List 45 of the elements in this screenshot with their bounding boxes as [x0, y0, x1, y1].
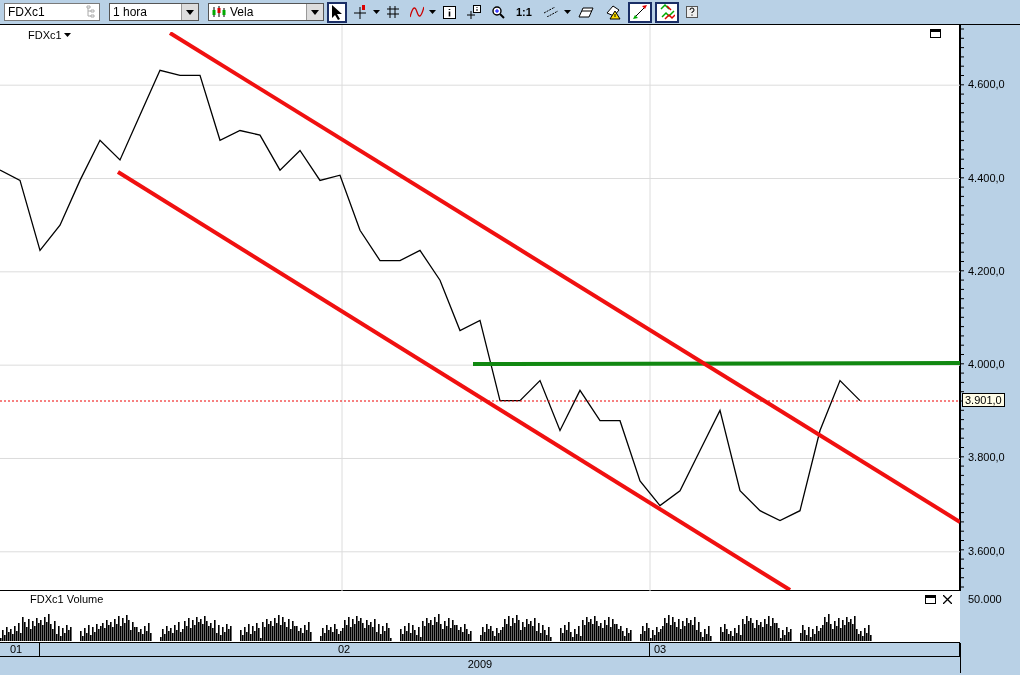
tree-icon: [86, 5, 96, 19]
color-lines-icon: [658, 4, 675, 20]
caret-icon: [311, 9, 319, 15]
month-label: 02: [40, 643, 650, 656]
price-axis-label: 4.400,0: [968, 171, 1005, 184]
pointer-icon: [331, 4, 343, 20]
grid-icon: [387, 6, 399, 18]
close-icon[interactable]: [943, 595, 952, 604]
crosshair-icon: [354, 5, 368, 19]
interval-dropdown[interactable]: 1 hora: [109, 3, 199, 21]
dropdown-caret-icon[interactable]: [429, 10, 436, 14]
diagonal-arrow-icon: [631, 4, 648, 20]
symbol-field[interactable]: FDXc1: [4, 3, 100, 21]
parallel-lines-icon: [542, 7, 559, 17]
volume-chart-title: FDXc1 Volume: [30, 593, 104, 605]
ratio-button[interactable]: 1:1: [512, 1, 536, 23]
price-axis-label: 3.800,0: [968, 451, 1005, 464]
arrow-tool-button[interactable]: [627, 1, 652, 23]
add-note-icon: [467, 5, 481, 19]
price-axis-label: 4.200,0: [968, 264, 1005, 277]
colors-tool-button[interactable]: [654, 1, 679, 23]
help-icon: [685, 6, 698, 18]
info-icon: [443, 5, 456, 19]
month-label: 01: [0, 643, 40, 656]
price-axis-label: 3.600,0: [968, 544, 1005, 557]
year-label: 2009: [0, 657, 961, 673]
eraser-icon: [577, 6, 594, 18]
price-axis-label: 4.000,0: [968, 358, 1005, 371]
last-price-label: 3.901,0: [962, 393, 1005, 407]
candle-icon: [212, 6, 226, 18]
maximize-icon[interactable]: [925, 595, 936, 604]
price-axis-label: 4.600,0: [968, 78, 1005, 91]
volume-axis-label: 50.000: [968, 593, 1002, 605]
alert-icon: [604, 4, 621, 20]
dropdown-caret-icon[interactable]: [563, 10, 571, 14]
maximize-icon[interactable]: [930, 29, 941, 38]
caret-icon: [186, 9, 194, 15]
month-label: 03: [650, 643, 960, 656]
caret-icon: [63, 33, 71, 37]
chart-title-menu[interactable]: FDXc1: [28, 29, 71, 41]
dropdown-caret-icon[interactable]: [373, 10, 380, 14]
wave-icon: [410, 6, 424, 18]
chart-type-dropdown[interactable]: Vela: [208, 3, 324, 21]
zoom-icon: [492, 5, 505, 19]
pointer-tool-button[interactable]: [327, 1, 347, 23]
